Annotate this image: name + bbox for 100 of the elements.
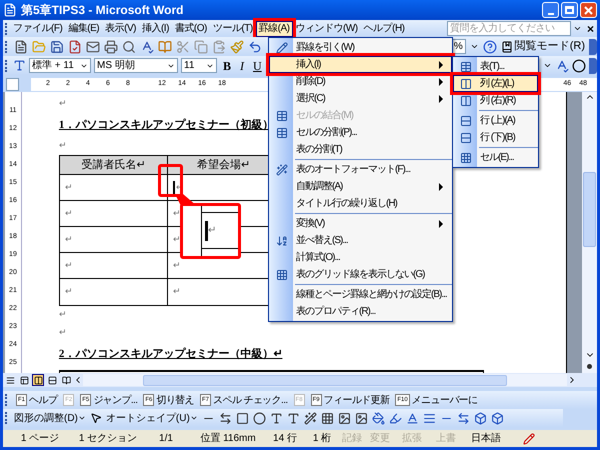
arrow-icon[interactable] [218,412,232,424]
dropdown-icon[interactable] [543,61,552,70]
permission-icon[interactable] [68,40,82,54]
underline-button[interactable]: U [250,56,265,74]
preview-icon[interactable] [122,40,136,54]
menu-item[interactable]: 選択(C) [269,90,452,107]
reading-view-icon[interactable] [60,374,72,386]
menu-icon [460,94,472,106]
toolbar-grip[interactable] [5,22,8,34]
draw-menu-button[interactable]: 図形の調整(D) [14,410,86,426]
menu-item[interactable]: 表の分割(T) [269,141,452,158]
menu-item[interactable]: 表(T)... [453,58,538,75]
mail-icon[interactable] [86,40,100,54]
rectangle-icon[interactable] [236,412,249,424]
vertical-scrollbar[interactable] [582,92,597,373]
bold-button[interactable]: B [220,56,234,74]
menu-item[interactable]: ウィンドウ(W) [292,20,361,36]
close-button[interactable] [580,2,597,18]
toolbar-grip[interactable] [5,412,8,424]
status-text: 1 桁 [312,432,332,446]
3d-icon[interactable] [490,412,504,424]
shadow-icon[interactable] [474,412,487,424]
menu-item[interactable]: 編集(E) [65,20,102,36]
menu-item[interactable]: 挿入(I) [269,56,452,73]
menu-item[interactable]: 罫線を引く(W) [269,39,452,56]
undo-icon[interactable] [248,40,262,54]
wordart-icon[interactable] [304,412,317,424]
style-dropdown[interactable]: 標準 + 11 [29,58,91,73]
function-key-label[interactable]: ジャンプ... [93,392,138,408]
menu-item[interactable]: セル(E)... [453,149,538,166]
toolbar-grip[interactable] [5,60,8,72]
submenu-arrow-icon [439,220,443,228]
menu-item[interactable]: 挿入(I) [138,20,172,36]
toolbar-options-icon[interactable] [589,38,597,54]
spelling-icon[interactable] [140,40,154,54]
function-key-label[interactable]: スペル チェック... [213,392,288,408]
line-style-icon[interactable] [422,412,436,424]
menu-item[interactable]: ツール(T) [210,20,256,36]
search-field[interactable]: 質問を入力してください [446,21,571,36]
pointer-icon[interactable] [90,412,102,424]
menu-item[interactable]: ヘルプ(H) [360,20,408,36]
toolbar-grip[interactable] [5,394,8,406]
menu-item[interactable]: 行 (下)(B) [453,129,538,146]
menu-item[interactable]: 列 (左)(L) [453,75,538,92]
function-key-label[interactable]: 切り替え [156,392,194,408]
function-key-label[interactable]: フィールド更新 [324,392,390,408]
font-color-icon[interactable] [406,412,419,424]
menu-item[interactable]: 書式(O) [172,20,210,36]
styles-icon[interactable] [13,59,26,72]
oval-icon[interactable] [252,412,266,424]
italic-button[interactable]: I [237,56,248,74]
menu-item[interactable]: 列 (右)(R) [453,92,538,109]
toolbar-options-icon[interactable] [589,58,597,74]
printer-icon[interactable] [104,40,118,54]
spelling-status-icon [523,432,535,444]
scroll-thumb[interactable] [583,172,596,247]
arrow-style-icon[interactable] [456,412,470,424]
help-icon[interactable] [482,40,497,54]
menu-item[interactable]: ファイル(F) [10,20,66,36]
vertical-text-box-icon[interactable] [286,412,300,424]
section-heading: 2．パソコンスキルアップセミナー（中級）↵ [58,346,282,362]
outline-view-icon[interactable] [46,374,58,386]
book-icon [500,40,513,52]
font-dropdown[interactable]: MS 明朝 [94,58,178,73]
dropdown-icon[interactable] [572,24,582,33]
line-color-icon[interactable] [388,412,402,424]
toolbar-grip[interactable] [5,40,8,52]
picture-icon[interactable] [354,412,368,424]
book-icon[interactable] [158,40,172,54]
minimize-button[interactable] [542,2,559,18]
menu-icon [276,164,288,176]
autoshapes-button[interactable]: オートシェイプ(U) [106,410,198,426]
new-document-icon[interactable] [14,40,28,54]
reading-mode-button[interactable]: 閲覧モード(R) [500,38,585,55]
function-key-label[interactable]: メニューバーに [412,392,478,408]
function-key-label[interactable]: ヘルプ [29,392,58,408]
scroll-thumb[interactable] [143,374,507,386]
dropdown-icon[interactable] [470,42,479,51]
tab-selector[interactable] [6,78,19,90]
menu-item[interactable]: 削除(D) [269,73,452,90]
phonetic-guide-icon[interactable] [555,58,569,72]
clip-art-icon[interactable] [338,412,351,424]
diagram-icon[interactable] [320,412,334,424]
maximize-button[interactable] [561,2,578,18]
save-icon[interactable] [50,40,64,54]
horizontal-scrollbar[interactable] [83,374,567,386]
close-document-button[interactable]: × [584,22,597,34]
table-cell: ↵ [60,175,168,200]
fill-color-icon[interactable] [372,412,385,424]
menu-icon [460,78,472,90]
menu-item[interactable]: 表示(V) [102,20,139,36]
enclosed-character-icon[interactable] [572,58,586,72]
print-layout-icon[interactable] [32,374,44,386]
browse-object-icon[interactable] [587,364,592,369]
web-view-icon[interactable] [18,374,30,386]
text-box-icon[interactable] [270,412,283,424]
menu-item[interactable]: 行 (上)(A) [453,112,538,129]
font-size-dropdown[interactable]: 11 [181,58,217,73]
menu-item[interactable]: 表のプロパティ(R)... [269,303,452,320]
menu-icon [276,268,288,280]
